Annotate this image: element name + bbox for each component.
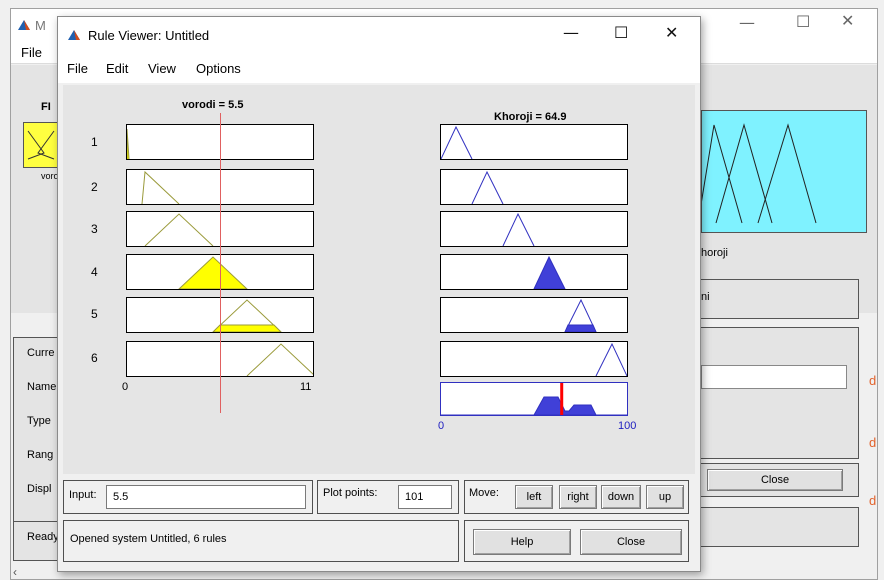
bg-left-panel [13, 337, 59, 537]
output-rule-plot-5[interactable] [440, 297, 628, 333]
close-button[interactable]: Close [580, 529, 682, 555]
input-axis-min: 0 [122, 381, 129, 393]
matlab-logo-icon [67, 28, 81, 42]
output-header: Khoroji = 64.9 [494, 111, 567, 123]
plot-points-label: Plot points: [323, 487, 378, 499]
rule-number: 3 [91, 222, 98, 236]
rule-number: 5 [91, 307, 98, 321]
bg-orange-mark-3: d [869, 493, 877, 508]
bg-label-range: Rang [27, 449, 54, 461]
close-icon[interactable]: ✕ [665, 23, 678, 42]
matlab-logo-icon [17, 18, 31, 32]
output-mf-6 [595, 342, 628, 377]
bg-panel-ni: ni [701, 291, 710, 303]
bg-label-name: Name [27, 381, 57, 393]
output-mf-3 [502, 212, 535, 247]
plot-points-field[interactable]: 101 [398, 485, 452, 509]
bg-right-panel-bottom [691, 507, 859, 547]
output-rule-plot-1[interactable] [440, 124, 628, 160]
output-axis-min: 0 [438, 420, 445, 432]
output-variable-box[interactable] [697, 110, 867, 233]
menu-edit[interactable]: Edit [106, 61, 128, 76]
move-down-button[interactable]: down [601, 485, 641, 509]
move-label: Move: [469, 487, 499, 499]
input-axis-max: 11 [300, 381, 312, 393]
move-right-button[interactable]: right [559, 485, 597, 509]
bg-name-field[interactable] [701, 365, 847, 389]
menu-view[interactable]: View [148, 61, 176, 76]
input-value-line[interactable] [220, 113, 221, 413]
fis-label: FI [41, 101, 51, 113]
minimize-icon[interactable]: — [739, 13, 755, 32]
bg-orange-mark-2: d [869, 435, 877, 450]
rule-viewer-menubar: File Edit View Options [58, 53, 700, 83]
output-rule-plot-3[interactable] [440, 211, 628, 247]
output-axis-max: 100 [618, 420, 637, 432]
output-mf-1 [440, 125, 473, 160]
rule-viewer-window: Rule Viewer: Untitled — ☐ ✕ File Edit Vi… [57, 16, 701, 572]
bg-right-panel-mid [691, 327, 859, 459]
maximize-icon[interactable]: ☐ [614, 23, 628, 42]
input-variable-label: voro [41, 171, 59, 181]
rule-number: 4 [91, 265, 98, 279]
rule-number: 6 [91, 351, 98, 365]
bg-close-button[interactable]: Close [707, 469, 843, 491]
rule-number: 1 [91, 135, 98, 149]
move-up-button[interactable]: up [646, 485, 684, 509]
bg-right-panel-top [691, 279, 859, 319]
output-mf-5 [564, 298, 597, 333]
output-mf-4 [533, 255, 566, 290]
rule-viewer-title: Rule Viewer: Untitled [88, 28, 210, 43]
menu-options[interactable]: Options [196, 61, 241, 76]
scroll-left-icon[interactable]: ‹ [13, 565, 17, 579]
input-header: vorodi = 5.5 [182, 99, 244, 111]
rule-viewer-titlebar: Rule Viewer: Untitled — ☐ ✕ [58, 17, 700, 53]
fis-editor-title: M [35, 18, 46, 33]
rule-number: 2 [91, 180, 98, 194]
help-button[interactable]: Help [473, 529, 571, 555]
input-label: Input: [69, 489, 97, 501]
input-variable-box[interactable] [23, 122, 59, 168]
bg-label-display: Displ [27, 483, 52, 495]
status-text: Opened system Untitled, 6 rules [70, 533, 227, 545]
bg-label-ready: Ready [27, 531, 59, 543]
bg-label-current: Curre [27, 347, 55, 359]
output-variable-label: horoji [701, 247, 728, 259]
output-mf-2 [471, 170, 504, 205]
move-left-button[interactable]: left [515, 485, 553, 509]
output-rule-plot-4[interactable] [440, 254, 628, 290]
maximize-icon[interactable]: ☐ [796, 12, 810, 31]
input-field[interactable]: 5.5 [106, 485, 306, 509]
menu-file[interactable]: File [21, 45, 42, 60]
aggregated-output-shape [441, 383, 627, 416]
close-icon[interactable]: ✕ [841, 11, 854, 30]
output-rule-plot-2[interactable] [440, 169, 628, 205]
bg-orange-mark-1: d [869, 373, 877, 388]
membership-icon [27, 130, 55, 160]
minimize-icon[interactable]: — [563, 23, 579, 42]
bg-label-type: Type [27, 415, 51, 427]
output-rule-plot-6[interactable] [440, 341, 628, 377]
menu-file[interactable]: File [67, 61, 88, 76]
output-membership-plot [697, 123, 817, 224]
aggregated-output-plot[interactable] [440, 382, 628, 416]
